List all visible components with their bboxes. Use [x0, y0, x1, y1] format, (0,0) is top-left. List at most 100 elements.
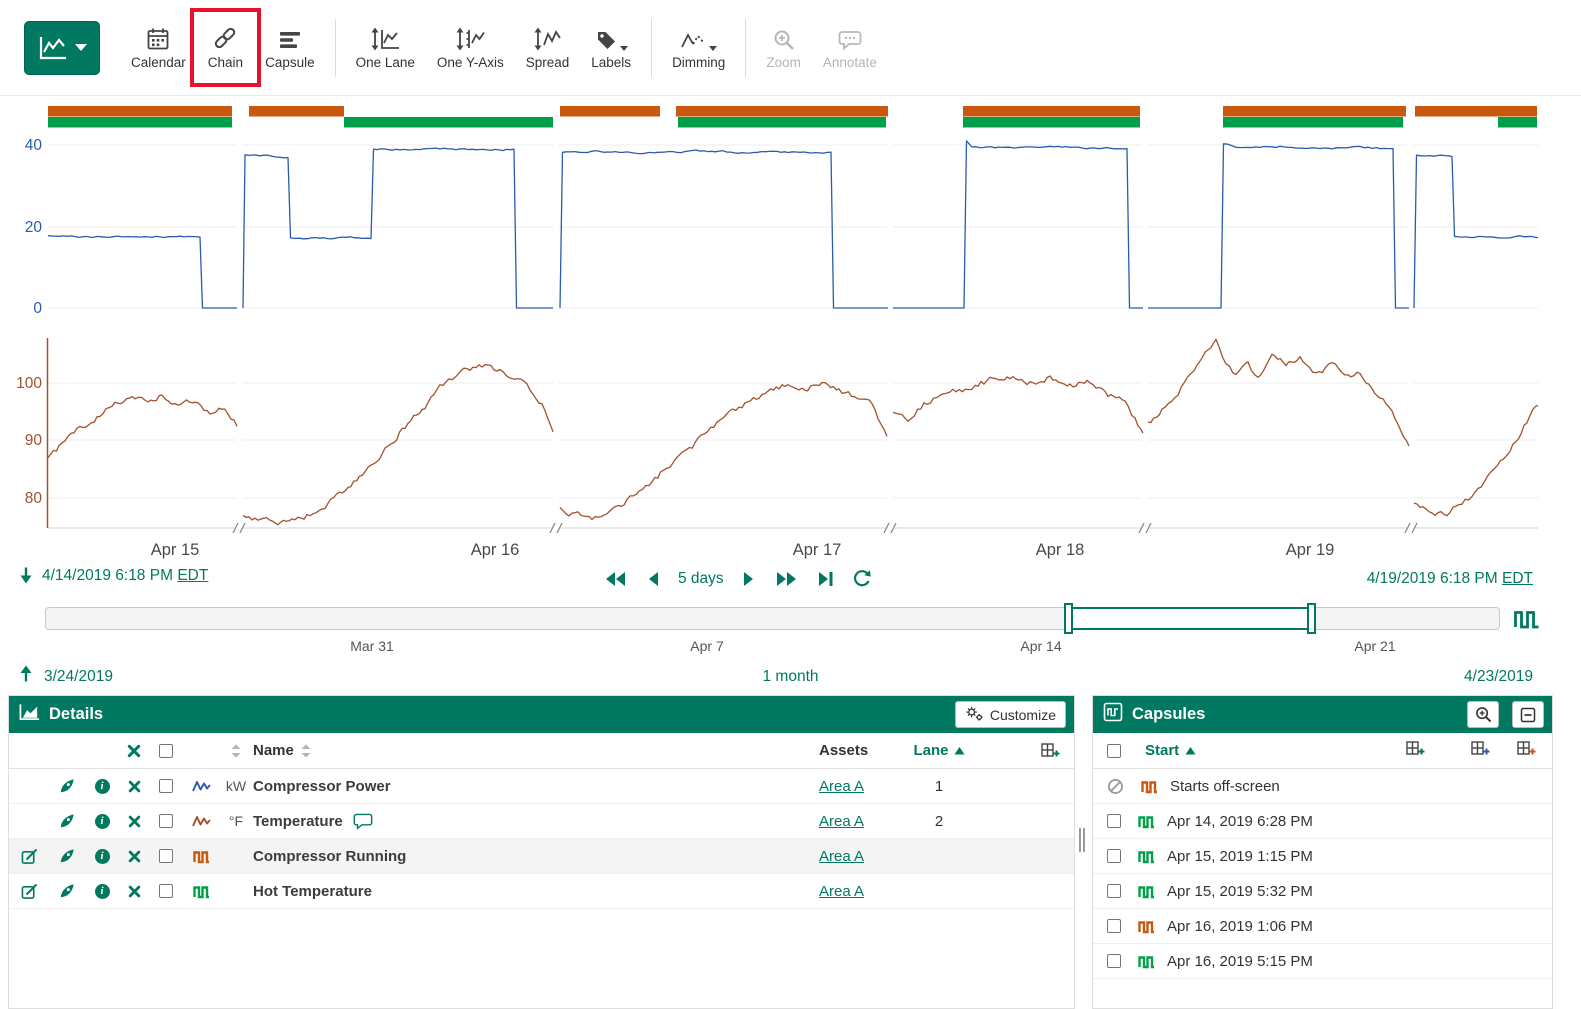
start-column-header[interactable]: Start	[1145, 742, 1196, 759]
row-checkbox[interactable]	[1107, 884, 1121, 898]
remove-icon[interactable]	[128, 850, 141, 863]
capsule-row[interactable]: Apr 15, 2019 5:32 PM	[1093, 874, 1552, 909]
row-checkbox[interactable]	[159, 814, 173, 828]
details-panel: Details Customize Name Assets Lane ikWCo…	[8, 695, 1075, 1009]
rocket-icon[interactable]	[59, 848, 75, 864]
select-all-checkbox[interactable]	[1107, 744, 1121, 758]
info-icon[interactable]: i	[95, 849, 110, 864]
asset-link[interactable]: Area A	[819, 778, 864, 795]
labels-button[interactable]: Labels	[580, 19, 642, 76]
investigate-down-arrow-icon[interactable]	[18, 566, 34, 585]
capsule-start: Apr 15, 2019 1:15 PM	[1167, 848, 1313, 865]
capsule-row[interactable]: Starts off-screen	[1093, 769, 1552, 804]
step-to-end-icon[interactable]	[816, 570, 834, 588]
capsule-row[interactable]: Apr 16, 2019 1:06 PM	[1093, 909, 1552, 944]
capsule-time-icon[interactable]	[1513, 605, 1541, 636]
capsule-row[interactable]: Apr 16, 2019 5:15 PM	[1093, 944, 1552, 979]
zoom-button[interactable]: Zoom	[755, 19, 812, 76]
slider-handle-left[interactable]	[1064, 603, 1073, 634]
capsule-bar	[1223, 106, 1406, 117]
signal-line	[560, 150, 888, 308]
investigate-up-arrow-icon[interactable]	[18, 664, 34, 688]
details-row[interactable]: ikWCompressor PowerArea A1	[9, 769, 1074, 804]
condition-icon	[1141, 778, 1158, 795]
capsule-bar	[678, 117, 886, 128]
row-checkbox[interactable]	[159, 849, 173, 863]
details-row[interactable]: iCompressor RunningArea A	[9, 839, 1074, 874]
item-lane: 2	[899, 813, 979, 830]
add-column-button[interactable]	[979, 742, 1074, 759]
details-panel-header: Details Customize	[9, 696, 1074, 733]
edit-icon[interactable]	[21, 848, 38, 865]
remove-icon[interactable]	[128, 780, 141, 793]
rocket-icon[interactable]	[59, 813, 75, 829]
details-row[interactable]: i°FTemperatureArea A2	[9, 804, 1074, 839]
row-checkbox[interactable]	[159, 779, 173, 793]
annotate-button[interactable]: Annotate	[812, 19, 888, 76]
add-column-stats-button[interactable]	[1471, 740, 1490, 762]
row-checkbox[interactable]	[1107, 919, 1121, 933]
lane-column-header[interactable]: Lane	[899, 742, 979, 759]
slider-tick-label: Apr 21	[1354, 638, 1395, 654]
slider-selection[interactable]	[1068, 607, 1312, 630]
comment-icon[interactable]	[353, 813, 373, 830]
rocket-icon[interactable]	[59, 883, 75, 899]
spread-icon	[533, 25, 561, 51]
panel-resize-handle[interactable]	[1079, 828, 1088, 852]
info-icon[interactable]: i	[95, 814, 110, 829]
one-lane-button[interactable]: One Lane	[345, 19, 426, 76]
capsules-collapse-button[interactable]	[1512, 701, 1544, 728]
investigate-range-duration[interactable]: 1 month	[762, 668, 818, 686]
assets-column-header[interactable]: Assets	[819, 742, 899, 759]
add-column-button[interactable]	[1406, 740, 1425, 762]
one-y-axis-button[interactable]: One Y-Axis	[426, 19, 515, 76]
step-back-half-icon[interactable]	[604, 570, 628, 588]
sort-unit-icon[interactable]	[219, 744, 253, 758]
select-all-checkbox[interactable]	[159, 744, 173, 758]
timezone-link[interactable]: EDT	[177, 567, 208, 584]
chain-button[interactable]: Chain	[197, 19, 254, 76]
rocket-icon[interactable]	[59, 778, 75, 794]
remove-icon[interactable]	[128, 815, 141, 828]
asset-link[interactable]: Area A	[819, 883, 864, 900]
details-title: Details	[49, 705, 103, 724]
remove-all-icon[interactable]	[119, 744, 149, 758]
item-unit: kW	[219, 778, 253, 794]
row-checkbox[interactable]	[1107, 814, 1121, 828]
step-forward-icon[interactable]	[742, 570, 756, 588]
capsules-zoom-button[interactable]	[1467, 701, 1499, 728]
time-nav-row: 4/14/2019 6:18 PM EDT 5 days 4/19/2019 6…	[0, 563, 1581, 595]
details-row[interactable]: iHot TemperatureArea A	[9, 874, 1074, 909]
capsule-button[interactable]: Capsule	[254, 19, 326, 76]
info-icon[interactable]: i	[95, 884, 110, 899]
capsule-row[interactable]: Apr 14, 2019 6:28 PM	[1093, 804, 1552, 839]
spread-button[interactable]: Spread	[515, 19, 581, 76]
y-axis-tick: 40	[25, 137, 43, 154]
capsule-bar	[1223, 117, 1403, 128]
y-axis-tick: 80	[25, 490, 43, 507]
capsule-start: Apr 14, 2019 6:28 PM	[1167, 813, 1313, 830]
area-chart-icon	[19, 703, 40, 726]
customize-button[interactable]: Customize	[955, 701, 1066, 728]
name-column-header[interactable]: Name	[253, 742, 819, 759]
asset-link[interactable]: Area A	[819, 848, 864, 865]
dimming-icon	[680, 25, 717, 51]
duration-label[interactable]: 5 days	[678, 570, 724, 588]
timezone-link[interactable]: EDT	[1502, 570, 1533, 587]
step-back-icon[interactable]	[646, 570, 660, 588]
row-checkbox[interactable]	[1107, 954, 1121, 968]
dimming-button[interactable]: Dimming	[661, 19, 736, 76]
row-checkbox[interactable]	[1107, 849, 1121, 863]
capsule-row[interactable]: Apr 15, 2019 1:15 PM	[1093, 839, 1552, 874]
refresh-icon[interactable]	[852, 569, 872, 589]
row-checkbox[interactable]	[159, 884, 173, 898]
remove-icon[interactable]	[128, 885, 141, 898]
slider-handle-right[interactable]	[1307, 603, 1316, 634]
edit-icon[interactable]	[21, 883, 38, 900]
info-icon[interactable]: i	[95, 779, 110, 794]
add-column-properties-button[interactable]	[1517, 740, 1536, 762]
calendar-button[interactable]: Calendar	[120, 19, 197, 76]
asset-link[interactable]: Area A	[819, 813, 864, 830]
step-forward-half-icon[interactable]	[774, 570, 798, 588]
trend-view-button[interactable]	[24, 21, 100, 75]
